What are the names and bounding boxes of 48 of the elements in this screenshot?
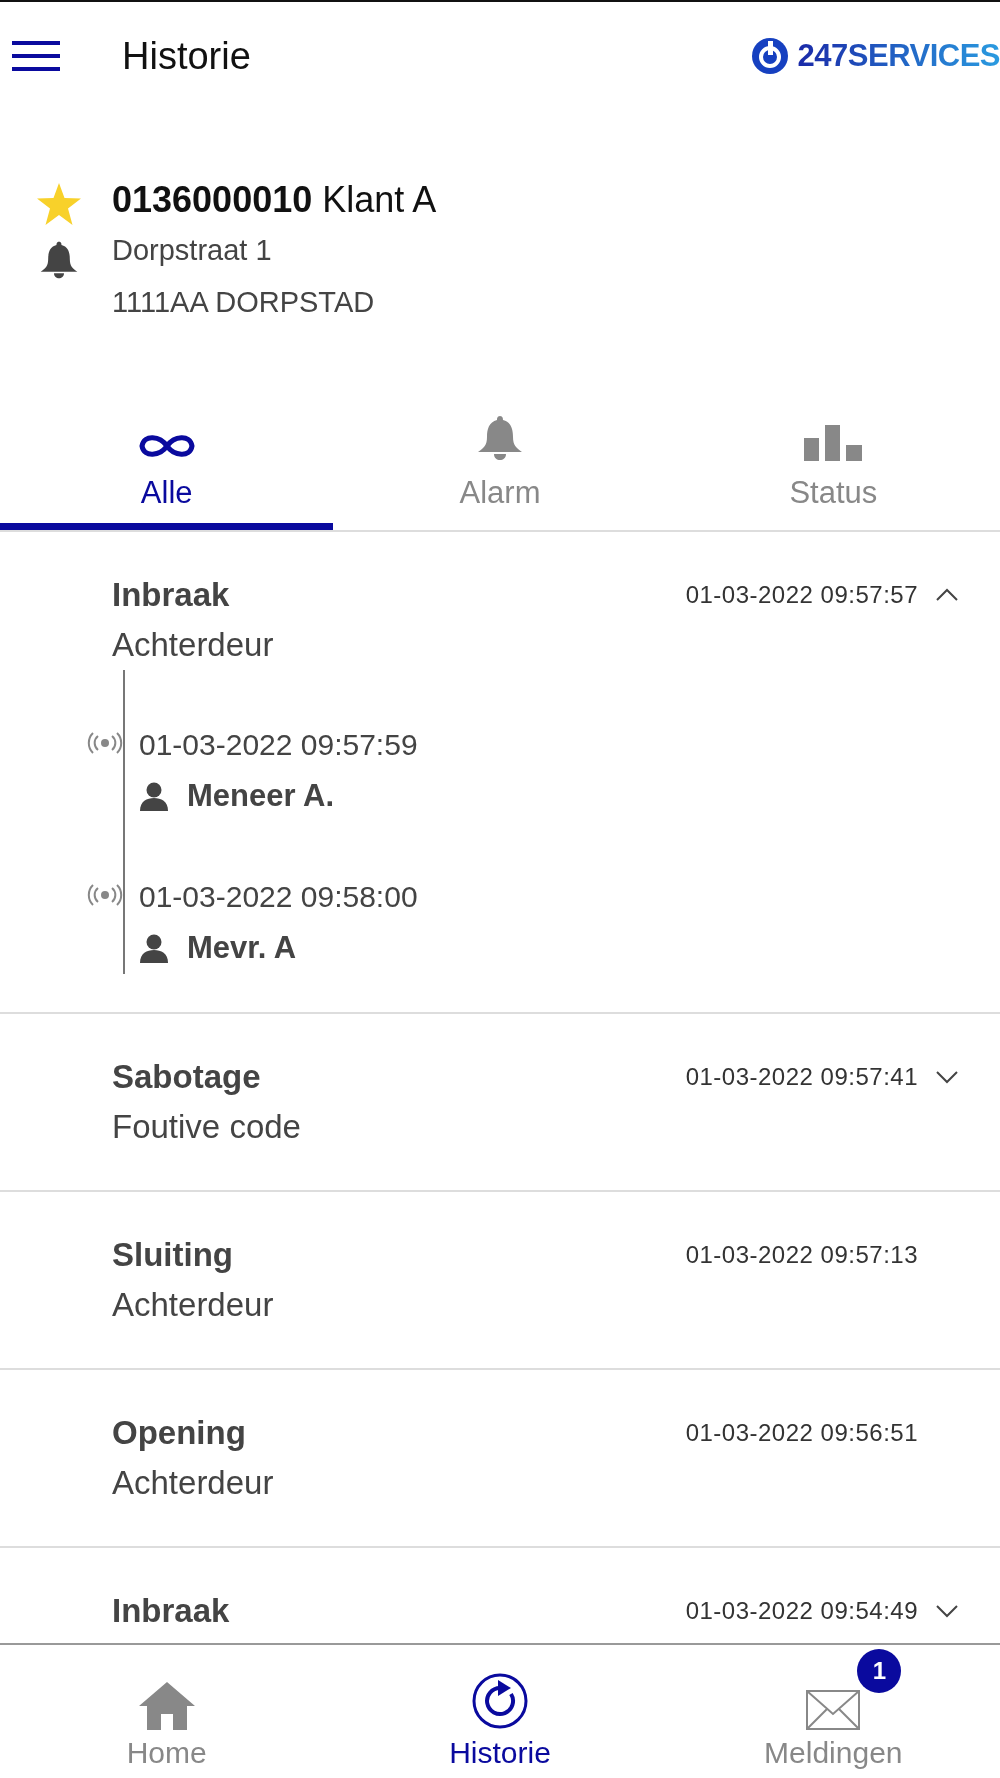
customer-city: 1111AA DORPSTAD	[112, 285, 376, 320]
bell-icon	[39, 240, 79, 280]
event-title: Opening	[112, 1413, 247, 1453]
event-title: Inbraak	[112, 1591, 231, 1631]
response-time: 01-03-2022 09:58:00	[139, 879, 418, 915]
home-icon	[137, 1680, 196, 1730]
customer-address: Dorpstraat 1	[112, 233, 273, 268]
chevron-down-icon[interactable]	[935, 1070, 959, 1084]
event-title: Inbraak	[112, 575, 231, 615]
filter-tab[interactable]: Alle	[0, 400, 334, 530]
person-icon	[139, 781, 169, 811]
person-icon	[139, 933, 169, 963]
chevron-down-icon[interactable]	[935, 1604, 959, 1618]
nav-tab[interactable]: Meldingen 1	[666, 1645, 1000, 1778]
history-item[interactable]: Opening 01-03-2022 09:56:51 Achterdeur	[0, 1370, 1000, 1548]
bar-chart-icon	[804, 425, 863, 461]
envelope-icon	[806, 1690, 861, 1730]
event-location: Achterdeur	[112, 1463, 275, 1503]
event-title: Sabotage	[112, 1057, 262, 1097]
responder-name: Mevr. A	[187, 929, 297, 967]
filter-tab[interactable]: Alarm	[333, 400, 667, 530]
event-time: 01-03-2022 09:57:13	[685, 1241, 918, 1269]
bell-icon	[476, 415, 524, 461]
event-time: 01-03-2022 09:54:49	[685, 1597, 918, 1625]
chevron-up-icon[interactable]	[935, 588, 959, 602]
page-title: Historie	[122, 34, 252, 78]
history-item[interactable]: Sabotage 01-03-2022 09:57:41 Foutive code	[0, 1014, 1000, 1192]
power-logo-icon	[749, 36, 790, 76]
event-title: Sluiting	[112, 1235, 234, 1275]
refresh-icon	[471, 1672, 529, 1730]
event-location: Achterdeur	[112, 625, 275, 665]
nav-tab[interactable]: Home	[0, 1645, 334, 1778]
history-item[interactable]: Sluiting 01-03-2022 09:57:13 Achterdeur	[0, 1192, 1000, 1370]
history-item[interactable]: Inbraak 01-03-2022 09:57:57 Achterdeur 01-03-2022 09:57:59 Meneer A. 01-03-2022 09:58:00 Mevr. A	[0, 532, 1000, 1014]
event-location: Achterdeur	[112, 1285, 275, 1325]
unread-count-badge: 1	[857, 1649, 902, 1693]
signal-icon	[87, 732, 123, 754]
menu-icon[interactable]	[12, 38, 60, 74]
nav-tab[interactable]: Historie	[333, 1645, 667, 1778]
response-time: 01-03-2022 09:57:59	[139, 727, 418, 763]
event-time: 01-03-2022 09:56:51	[685, 1419, 918, 1447]
event-location: Foutive code	[112, 1107, 302, 1147]
event-time: 01-03-2022 09:57:41	[685, 1063, 918, 1091]
signal-icon	[87, 884, 123, 906]
filter-tab[interactable]: Status	[666, 400, 1000, 530]
customer-name: 0136000010 Klant A	[112, 178, 437, 222]
responder-name: Meneer A.	[187, 777, 334, 815]
event-time: 01-03-2022 09:57:57	[685, 581, 918, 609]
